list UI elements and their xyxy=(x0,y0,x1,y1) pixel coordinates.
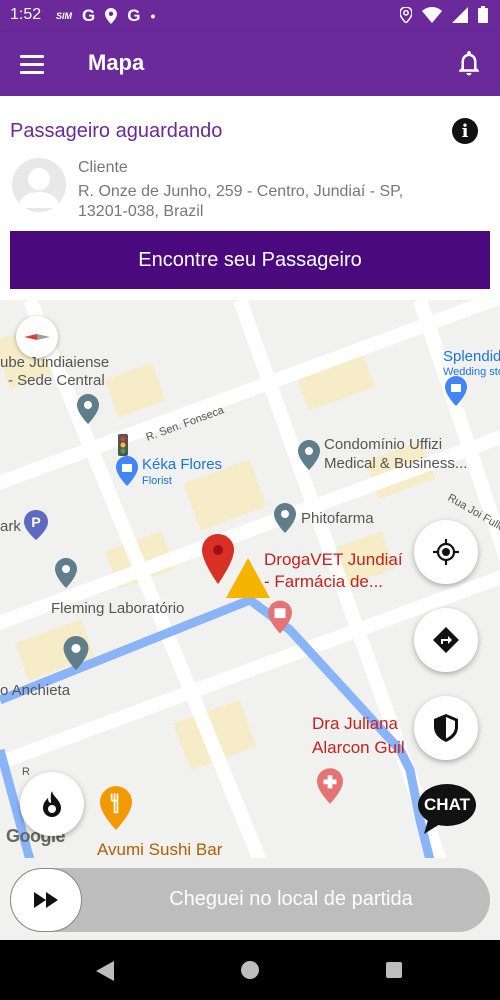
slider-knob[interactable] xyxy=(10,868,82,932)
chat-label: CHAT xyxy=(424,795,470,814)
sim-icon: SIM xyxy=(56,11,73,21)
dot-icon: • xyxy=(150,8,156,24)
fire-icon xyxy=(43,791,61,817)
map-label: - Sede Central xyxy=(8,372,105,389)
location-icon xyxy=(105,8,118,24)
map-label: Wedding sto xyxy=(443,366,500,378)
card-title: Passageiro aguardando xyxy=(10,120,223,142)
back-icon[interactable] xyxy=(96,961,114,981)
recent-apps-icon[interactable] xyxy=(386,962,402,978)
svg-text:P: P xyxy=(31,514,40,530)
home-icon[interactable] xyxy=(241,961,259,979)
arrived-slider[interactable]: Cheguei no local de partida xyxy=(10,868,490,932)
crosshair-icon xyxy=(433,539,459,565)
map-label: Kéka Flores xyxy=(142,456,223,473)
map-label: Splendida xyxy=(443,348,500,365)
fast-forward-icon xyxy=(34,892,58,908)
person-icon xyxy=(18,168,60,208)
map-label: DrogaVET Jundiaí xyxy=(264,550,403,569)
map-label: Phitofarma xyxy=(301,510,374,527)
map-label: Fleming Laboratório xyxy=(51,600,185,617)
parking-icon[interactable]: P xyxy=(24,510,48,540)
find-passenger-button[interactable]: Encontre seu Passageiro xyxy=(10,231,490,289)
status-left-icons: SIM G G • xyxy=(56,6,155,26)
street-label: R xyxy=(22,766,30,778)
traffic-light-icon xyxy=(118,434,128,456)
directions-button[interactable] xyxy=(414,608,478,672)
compass-button[interactable] xyxy=(16,316,58,358)
map-label: Florist xyxy=(142,475,172,487)
place-pin-icon[interactable] xyxy=(298,440,320,470)
google-icon: G xyxy=(82,6,96,25)
location-icon xyxy=(400,6,412,23)
menu-icon-bar xyxy=(20,70,44,74)
google-icon: G xyxy=(127,6,141,25)
notifications-bell-icon[interactable] xyxy=(454,48,484,78)
avatar xyxy=(12,158,66,212)
security-button[interactable] xyxy=(414,696,478,760)
map-label: ube Jundiaiense xyxy=(0,354,110,371)
client-name: Cliente xyxy=(78,159,128,176)
app-bar: Mapa xyxy=(0,32,500,96)
map-label: Alarcon Guil xyxy=(312,738,405,757)
passenger-card: Passageiro aguardando i Cliente R. Onze … xyxy=(0,96,500,300)
place-pin-icon[interactable] xyxy=(55,558,77,588)
map-label: Dra Juliana xyxy=(312,714,398,733)
menu-icon-bar xyxy=(20,62,44,66)
signal-icon xyxy=(452,6,468,23)
map-label: Condomínio Uffizi xyxy=(324,436,443,453)
system-nav-bar xyxy=(0,940,500,1000)
info-icon[interactable]: i xyxy=(452,118,478,144)
place-pin-icon[interactable] xyxy=(77,394,99,424)
map-label: - Farmácia de... xyxy=(264,572,384,591)
status-bar: 1:52 SIM G G • xyxy=(0,0,500,32)
bottom-area: Cheguei no local de partida xyxy=(0,858,500,940)
map-label: Avumi Sushi Bar xyxy=(97,840,223,859)
status-right-icons xyxy=(400,6,488,23)
wifi-icon xyxy=(422,6,442,23)
slider-label: Cheguei no local de partida xyxy=(169,888,413,910)
page-title: Mapa xyxy=(88,50,145,75)
chat-button[interactable]: CHAT xyxy=(418,784,476,834)
compass-icon xyxy=(24,334,50,340)
directions-icon xyxy=(433,627,459,653)
shield-icon xyxy=(434,714,458,742)
place-pin-icon[interactable] xyxy=(274,503,296,533)
hotspot-button[interactable] xyxy=(20,772,84,836)
restaurant-pin-icon[interactable] xyxy=(100,786,132,830)
status-time: 1:52 xyxy=(10,6,42,23)
client-address: R. Onze de Junho, 259 - Centro, Jundiaí … xyxy=(78,183,404,220)
my-location-button[interactable] xyxy=(414,520,478,584)
map-label: ark xyxy=(0,518,21,535)
map-label: o Anchieta xyxy=(0,682,71,699)
place-pin-icon[interactable] xyxy=(63,636,89,670)
shopping-pin-icon[interactable] xyxy=(116,456,138,486)
battery-icon xyxy=(478,6,488,23)
map-view[interactable]: P ube Jundiaiense - Sede Central R. Sen.… xyxy=(0,300,500,860)
shopping-pin-icon[interactable] xyxy=(445,376,467,406)
map-label: Medical & Business... xyxy=(324,455,468,472)
menu-button[interactable] xyxy=(20,50,48,78)
menu-icon-bar xyxy=(20,54,44,58)
hospital-pin-icon[interactable] xyxy=(317,768,343,804)
pharmacy-pin-icon[interactable] xyxy=(268,600,292,634)
